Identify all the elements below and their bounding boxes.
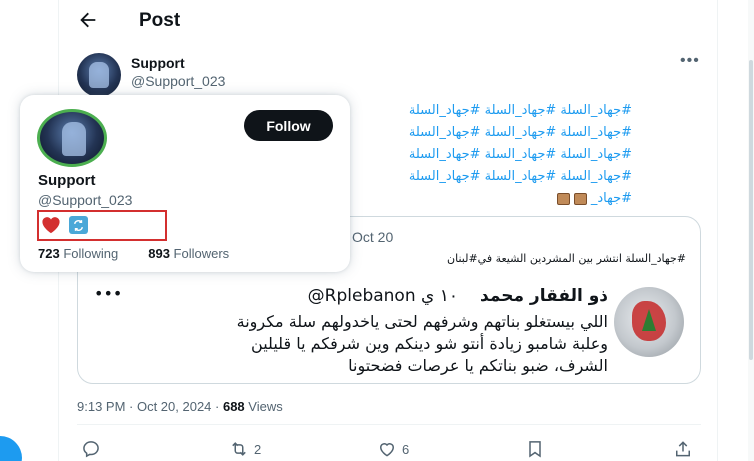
embedded-tweet[interactable]: ذو الفقار محمد @Rplebanon ١٠ ي ••• اللي … xyxy=(78,277,700,383)
following-count: 723 xyxy=(38,246,60,261)
hover-card-name[interactable]: Support xyxy=(38,172,96,189)
hashtag-fragment[interactable]: #جهاد_ xyxy=(591,191,632,206)
tweet-meta: 9:13 PM · Oct 20, 2024 · 688 Views xyxy=(77,399,283,414)
action-bar: 2 6 xyxy=(59,438,717,460)
hashtag-line[interactable]: #جهاد_السلة #جهاد_السلة #جهاد_السلة xyxy=(340,100,632,122)
reply-button[interactable] xyxy=(81,438,101,460)
profile-hover-card: Follow Support @Support_023 723 Followin… xyxy=(20,95,350,272)
hashtag-line[interactable]: #جهاد_السلة #جهاد_السلة #جهاد_السلة xyxy=(340,166,632,188)
followers-link[interactable]: 893 Followers xyxy=(148,246,229,261)
embedded-time: ١٠ ي xyxy=(421,286,458,306)
embedded-avatar[interactable] xyxy=(614,287,684,357)
page-header: Post xyxy=(59,0,717,42)
hover-card-handle[interactable]: @Support_023 xyxy=(38,192,132,208)
embedded-handle[interactable]: @Rplebanon xyxy=(308,286,416,306)
quote-text: #جهاد_السلة انتشر بين المشردين الشيعة في… xyxy=(447,252,686,265)
embedded-body: اللي بيستغلو بناتهم وشرفهم لحتى ياخدولهم… xyxy=(92,311,608,377)
share-icon xyxy=(676,441,690,457)
page-title: Post xyxy=(139,10,181,31)
following-link[interactable]: 723 Following xyxy=(38,246,118,261)
bookmark-icon xyxy=(529,441,541,458)
tweet-text: #جهاد_السلة #جهاد_السلة #جهاد_السلة #جها… xyxy=(340,100,632,210)
more-options-icon[interactable]: ••• xyxy=(680,52,700,70)
bookmark-button[interactable] xyxy=(525,438,545,460)
share-button[interactable] xyxy=(673,438,693,460)
follow-button[interactable]: Follow xyxy=(244,110,333,141)
like-count: 6 xyxy=(402,441,410,457)
package-emoji-icon xyxy=(573,192,587,205)
embedded-name[interactable]: ذو الفقار محمد xyxy=(480,286,608,306)
like-button[interactable]: 6 xyxy=(377,438,409,460)
quote-date: Oct 20 xyxy=(352,229,394,245)
embedded-line: وعلبة شامبو زيادة أنتو شو دينكم وين شرفك… xyxy=(251,334,608,353)
author-avatar[interactable] xyxy=(77,53,121,97)
embedded-header: ذو الفقار محمد @Rplebanon ١٠ ي ••• xyxy=(94,284,608,310)
embedded-line: الشرف، ضبو بناتكم يا عرصات فضحتونا xyxy=(348,356,608,375)
tweet-timestamp[interactable]: 9:13 PM · Oct 20, 2024 · xyxy=(77,399,223,414)
hashtag-line[interactable]: #جهاد_السلة #جهاد_السلة #جهاد_السلة xyxy=(340,144,632,166)
embedded-more-icon[interactable]: ••• xyxy=(94,284,122,303)
followers-count: 893 xyxy=(148,246,170,261)
embedded-line: اللي بيستغلو بناتهم وشرفهم لحتى ياخدولهم… xyxy=(236,312,608,331)
author-name[interactable]: Support xyxy=(131,55,185,71)
views-label: Views xyxy=(244,399,283,414)
retweet-icon xyxy=(232,442,246,456)
embedded-handle-time: @Rplebanon ١٠ ي xyxy=(308,286,458,306)
arrow-left-icon[interactable] xyxy=(77,9,101,33)
followers-label: Followers xyxy=(169,246,230,261)
scrollbar[interactable] xyxy=(748,0,754,461)
retweet-count: 2 xyxy=(254,441,262,457)
view-count: 688 xyxy=(222,399,245,414)
follow-stats: 723 Following 893 Followers xyxy=(38,246,229,261)
hover-card-avatar[interactable] xyxy=(37,109,107,167)
author-handle[interactable]: @Support_023 xyxy=(131,73,225,89)
hashtag-emoji-line: #جهاد_ xyxy=(340,188,632,210)
repeat-emoji-icon xyxy=(69,216,88,234)
hashtag-line[interactable]: #جهاد_السلة #جهاد_السلة #جهاد_السلة xyxy=(340,122,632,144)
scrollbar-thumb[interactable] xyxy=(749,60,753,360)
divider xyxy=(77,424,701,425)
following-label: Following xyxy=(59,246,119,261)
heart-outline-icon xyxy=(379,443,395,457)
package-emoji-icon xyxy=(556,192,570,205)
red-heart-icon xyxy=(42,217,60,234)
retweet-button[interactable]: 2 xyxy=(229,438,261,460)
reply-icon xyxy=(83,441,99,458)
